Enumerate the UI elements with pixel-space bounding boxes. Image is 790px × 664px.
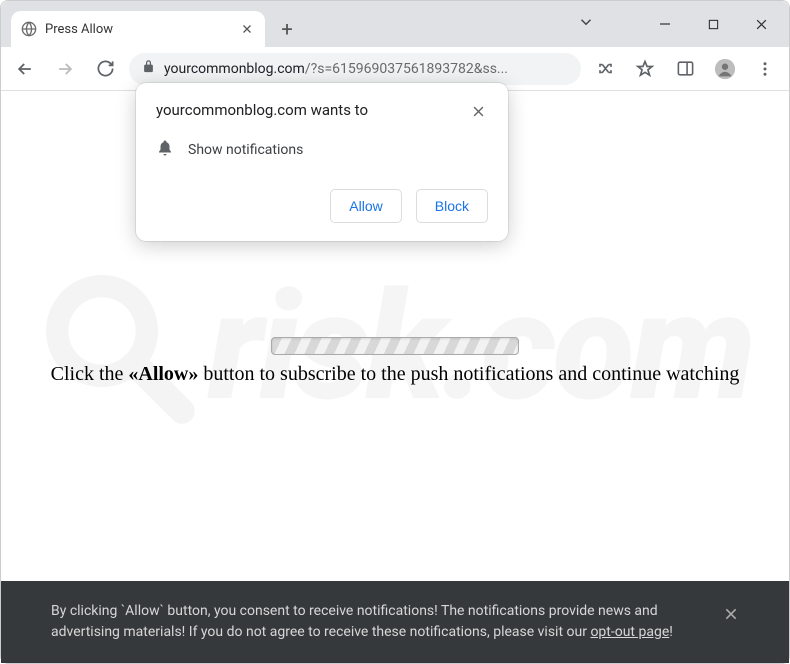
instruction-text: Click the «Allow» button to subscribe to…: [1, 363, 789, 386]
permission-prompt-text: yourcommonblog.com wants to: [156, 101, 368, 119]
lock-icon: [141, 59, 156, 78]
back-button[interactable]: [9, 53, 41, 85]
reload-button[interactable]: [89, 53, 121, 85]
address-bar[interactable]: yourcommonblog.com/?s=615969037561893782…: [129, 53, 581, 85]
forward-button: [49, 53, 81, 85]
consent-close-icon[interactable]: [723, 601, 739, 643]
opt-out-link[interactable]: opt-out page: [590, 624, 669, 640]
tab-close-icon[interactable]: [239, 21, 255, 37]
notification-permission-dialog: yourcommonblog.com wants to Show notific…: [136, 83, 508, 241]
new-tab-button[interactable]: +: [273, 15, 301, 43]
globe-icon: [21, 21, 37, 37]
close-icon[interactable]: [468, 101, 488, 121]
allow-button[interactable]: Allow: [330, 189, 401, 223]
maximize-button[interactable]: [691, 9, 735, 39]
url-text: yourcommonblog.com/?s=615969037561893782…: [164, 61, 508, 77]
tab-title: Press Allow: [45, 22, 231, 37]
profile-icon[interactable]: [709, 53, 741, 85]
block-button[interactable]: Block: [416, 189, 488, 223]
permission-capability-text: Show notifications: [188, 142, 303, 158]
minimize-button[interactable]: [643, 9, 687, 39]
window-controls: [643, 9, 783, 39]
titlebar: Press Allow +: [1, 1, 789, 47]
consent-text: By clicking `Allow` button, you consent …: [51, 601, 693, 643]
close-window-button[interactable]: [739, 9, 783, 39]
magnifier-icon: [38, 267, 198, 427]
bell-icon: [156, 139, 174, 161]
chevron-down-icon[interactable]: [577, 13, 595, 35]
loading-bar: [271, 337, 519, 355]
side-panel-icon[interactable]: [669, 53, 701, 85]
browser-tab[interactable]: Press Allow: [11, 11, 265, 47]
consent-banner: By clicking `Allow` button, you consent …: [1, 581, 789, 663]
star-icon[interactable]: [629, 53, 661, 85]
share-icon[interactable]: [589, 53, 621, 85]
menu-icon[interactable]: [749, 53, 781, 85]
